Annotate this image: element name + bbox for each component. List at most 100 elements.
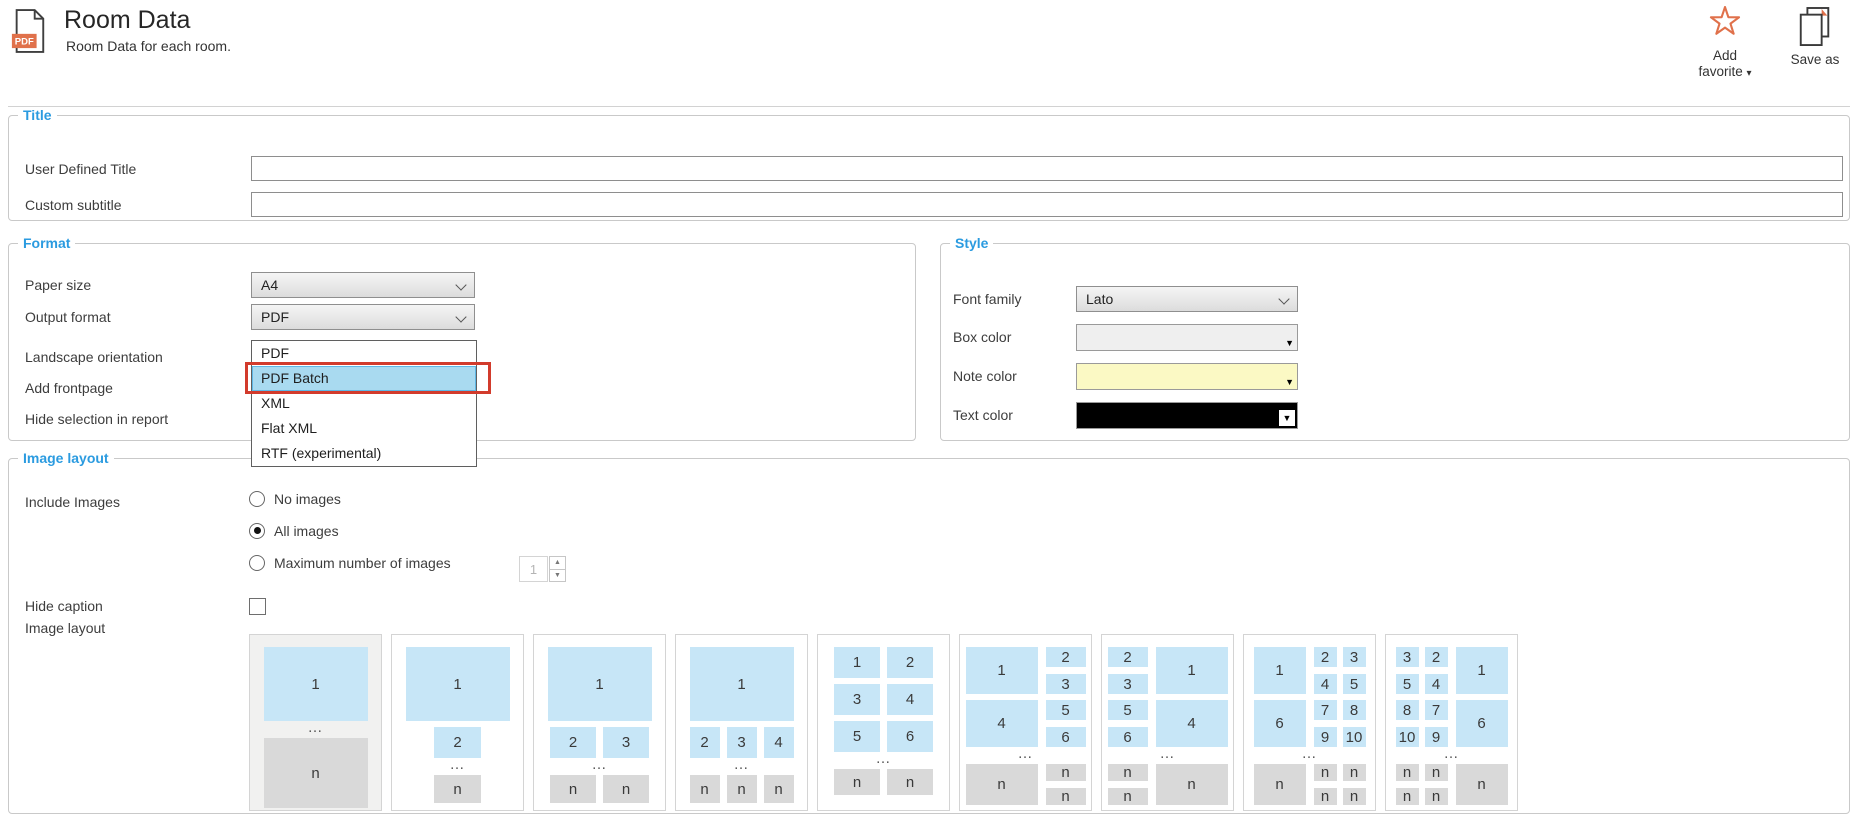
title-legend: Title [18, 107, 57, 123]
dropdown-option[interactable]: PDF Batch [252, 366, 476, 391]
text-input[interactable] [251, 156, 1843, 181]
layout-box: 2 [690, 727, 720, 758]
layout-box: 6 [1108, 727, 1148, 747]
layout-box: 2 [1425, 647, 1448, 667]
layout-box: 3 [834, 684, 880, 715]
color-row-label: Box color [953, 328, 1011, 346]
layout-box-row: nnn [690, 775, 794, 803]
page-title: Room Data [64, 6, 190, 35]
layout-box-row: nn [550, 775, 649, 803]
radio-option[interactable]: All images [249, 522, 451, 539]
layout-ellipsis: … [1444, 749, 1460, 758]
dropdown-option[interactable]: Flat XML [252, 416, 476, 441]
layout-box-group: 32541 [1396, 647, 1508, 694]
layout-box: 4 [764, 727, 794, 758]
layout-ellipsis: … [308, 723, 324, 732]
image-layout-legend: Image layout [18, 450, 114, 466]
layout-box: n [1314, 764, 1337, 781]
layout-box: n [690, 775, 720, 803]
image-layout-option-6[interactable]: 123456…nnn [959, 634, 1092, 811]
layout-ellipsis: … [876, 754, 892, 763]
layout-box: n [1396, 788, 1419, 805]
chevron-down-icon [1278, 293, 1289, 304]
save-as-button[interactable]: Save as [1782, 6, 1848, 68]
layout-box: 1 [834, 647, 880, 678]
spinner-down-button[interactable]: ▼ [549, 569, 566, 583]
layout-box: 4 [1425, 674, 1448, 694]
layout-box: n [764, 775, 794, 803]
report-settings-page: PDF Room Data Room Data for each room. A… [0, 0, 1858, 824]
image-layout-option-3[interactable]: 123…nn [533, 634, 666, 811]
toggle-label: Hide selection in report [25, 410, 168, 428]
image-layout-option-8[interactable]: 12345678910…nnnnn [1243, 634, 1376, 811]
image-layout-option-7[interactable]: 231564…nnn [1101, 634, 1234, 811]
output-format-label: Output format [25, 308, 111, 326]
layout-box: 1 [1156, 647, 1228, 694]
paper-size-select[interactable]: A4 [251, 272, 475, 298]
layout-box: 2 [1108, 647, 1148, 667]
layout-box-cluster: 23 [1108, 647, 1148, 694]
layout-ellipsis: … [592, 760, 608, 769]
spinner-up-button[interactable]: ▲ [549, 556, 566, 570]
layout-box-row: 34 [834, 684, 933, 715]
font-family-select[interactable]: Lato [1076, 286, 1298, 312]
radio-option[interactable]: No images [249, 490, 451, 507]
image-layout-option-9[interactable]: 32541871096…nnnnn [1385, 634, 1518, 811]
layout-ellipsis: … [734, 760, 750, 769]
pdf-document-icon: PDF [10, 8, 48, 54]
image-layout-option-5[interactable]: 123456…nn [817, 634, 950, 811]
color-select[interactable]: ▼ [1076, 402, 1298, 429]
layout-box: 5 [1396, 674, 1419, 694]
image-layout-fieldset: Image layout Include Images No images All… [8, 450, 1850, 814]
radio-button[interactable] [249, 555, 265, 571]
layout-box: 1 [406, 647, 510, 721]
radio-button[interactable] [249, 523, 265, 539]
image-layout-option-2[interactable]: 12…n [391, 634, 524, 811]
layout-box: 2 [1046, 647, 1086, 667]
layout-ellipsis: … [450, 760, 466, 769]
layout-ellipsis: … [1302, 749, 1318, 758]
radio-button[interactable] [249, 491, 265, 507]
layout-box: 2 [434, 727, 481, 758]
dropdown-option[interactable]: PDF [252, 341, 476, 366]
hide-caption-checkbox[interactable] [249, 598, 266, 615]
layout-box: 9 [1425, 727, 1448, 747]
chevron-down-icon [455, 279, 466, 290]
font-family-value: Lato [1086, 291, 1113, 307]
radio-option[interactable]: Maximum number of images [249, 554, 451, 571]
image-layout-option-4[interactable]: 1234…nnn [675, 634, 808, 811]
layout-box: 10 [1396, 727, 1419, 747]
output-format-select[interactable]: PDF [251, 304, 475, 330]
format-fieldset: Format Paper size A4 Output format PDF L… [8, 235, 916, 441]
style-legend: Style [950, 235, 993, 251]
output-format-value: PDF [261, 309, 289, 325]
layout-box-cluster: nn [1046, 764, 1086, 805]
radio-label: Maximum number of images [274, 555, 451, 571]
layout-box: 7 [1425, 700, 1448, 720]
layout-box: 6 [1254, 700, 1306, 747]
layout-box: 3 [1396, 647, 1419, 667]
radio-label: All images [274, 523, 339, 539]
layout-box: 2 [887, 647, 933, 678]
layout-box-row: 23 [550, 727, 649, 758]
layout-box: 6 [1046, 727, 1086, 747]
dropdown-option[interactable]: RTF (experimental) [252, 441, 476, 466]
image-layout-option-1[interactable]: 1…n [249, 634, 382, 811]
layout-box: 1 [1456, 647, 1508, 694]
color-select[interactable]: ▼ [1076, 324, 1298, 351]
layout-box: 3 [1108, 674, 1148, 694]
add-favorite-button[interactable]: Add favorite ▾ [1692, 6, 1758, 82]
dropdown-option[interactable]: XML [252, 391, 476, 416]
toggle-label: Add frontpage [25, 379, 113, 397]
radio-label: No images [274, 491, 341, 507]
layout-box: 10 [1343, 727, 1366, 747]
layout-box-cluster: 2345 [1314, 647, 1366, 694]
include-images-label: Include Images [25, 493, 120, 511]
chevron-down-icon [455, 311, 466, 322]
layout-box: 8 [1343, 700, 1366, 720]
layout-box-group: 678910 [1254, 700, 1366, 747]
text-input[interactable] [251, 192, 1843, 217]
color-select[interactable]: ▼ [1076, 363, 1298, 390]
spinner-value[interactable]: 1 [519, 556, 548, 582]
layout-box: 1 [264, 647, 368, 721]
